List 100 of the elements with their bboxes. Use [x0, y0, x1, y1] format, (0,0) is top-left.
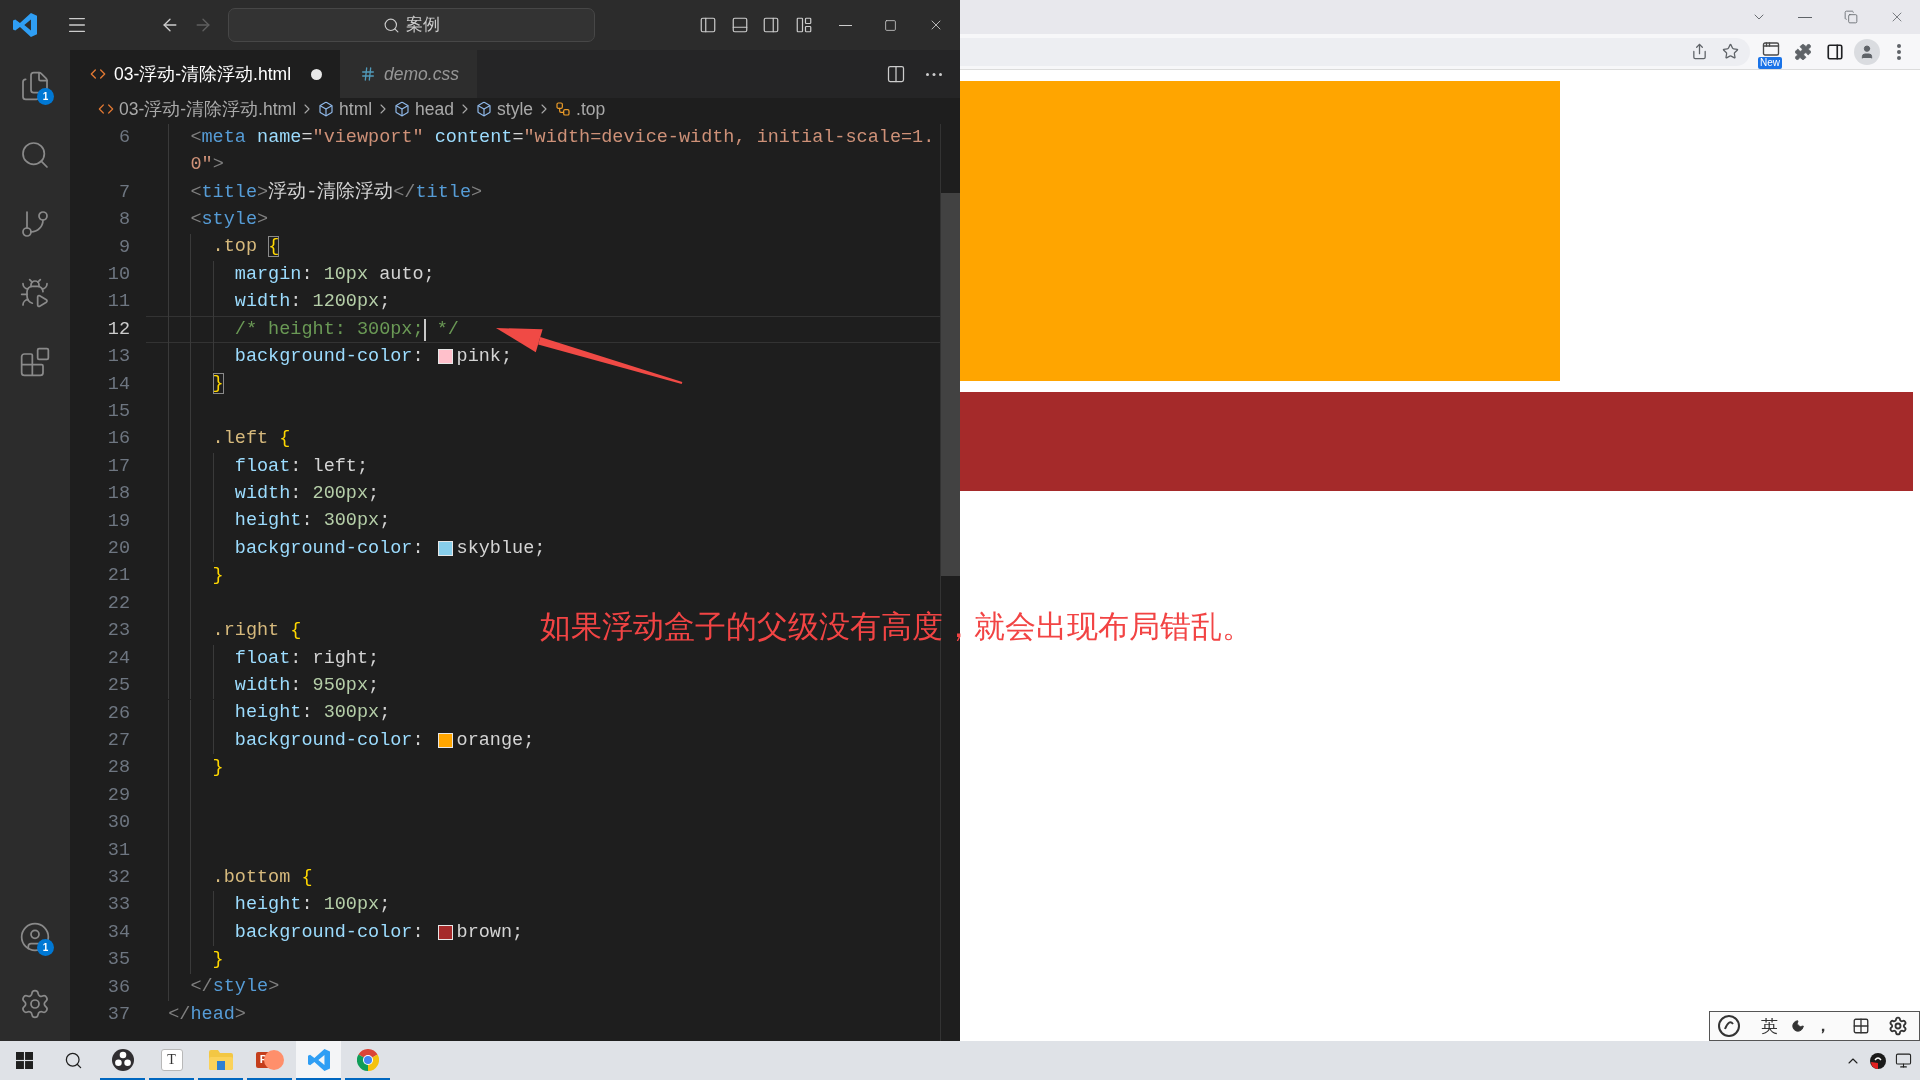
logo-icon[interactable] — [1718, 1015, 1740, 1037]
cube-icon — [318, 101, 335, 117]
code-text: skyblue; — [456, 536, 546, 561]
breadcrumb-item[interactable]: style — [476, 98, 534, 120]
taskbar-app-button[interactable]: T — [149, 1041, 194, 1080]
puzzle-icon — [1794, 42, 1812, 61]
linked-squares-icon — [555, 101, 572, 117]
code-text: } — [212, 948, 224, 972]
moon-icon[interactable] — [1791, 1019, 1805, 1033]
code-text: <meta name="viewport" content="width=device-width, initial-scale=1. — [190, 125, 935, 150]
line-number: 8 — [118, 208, 130, 233]
explorer-button[interactable]: 1 — [11, 62, 59, 110]
cube-icon — [394, 101, 411, 117]
code-text: orange; — [456, 728, 535, 753]
segmented-circle-icon — [356, 1048, 379, 1071]
share-icon — [1690, 43, 1708, 60]
line-number: 31 — [107, 838, 130, 863]
line-number: 13 — [107, 345, 130, 370]
code-text: /* height: 300px; — [234, 317, 424, 342]
panel-right-icon — [762, 16, 780, 34]
count-badge: 1 — [37, 939, 54, 956]
blocks-icon — [19, 346, 51, 378]
input-mode-label[interactable]: 英 — [1761, 1017, 1778, 1035]
settings-icon — [19, 988, 51, 1020]
breadcrumb-item[interactable]: .top — [555, 98, 606, 120]
layout-toggle-button[interactable] — [731, 16, 749, 34]
code-text: height: 100px; — [234, 893, 391, 918]
line-number: 11 — [107, 290, 130, 315]
code-text: } — [212, 372, 224, 397]
command-center[interactable]: 案例 — [228, 8, 595, 42]
line-number: 34 — [107, 920, 130, 945]
line-number: 29 — [107, 783, 130, 808]
code-text: float: left; — [234, 454, 369, 479]
line-number: 10 — [107, 263, 130, 287]
editor-tab[interactable]: demo.css — [340, 50, 477, 98]
network-icon[interactable] — [1895, 1052, 1912, 1069]
new-badge: New — [1758, 56, 1782, 69]
restore-icon — [1844, 10, 1858, 24]
code-text: width: 200px; — [234, 482, 380, 507]
code-text: </head> — [168, 1002, 246, 1027]
code-text: */ — [435, 317, 459, 342]
code-text: </style> — [190, 975, 280, 1000]
line-number: 14 — [107, 372, 130, 397]
profile-button[interactable] — [1853, 37, 1881, 66]
line-number: 27 — [107, 728, 130, 753]
extension-button[interactable]: New — [1757, 37, 1785, 66]
code-text: height: 300px; — [234, 701, 391, 726]
star-icon — [1721, 43, 1739, 60]
breadcrumb-item[interactable]: html — [318, 98, 373, 120]
window-icon — [1761, 39, 1781, 58]
accounts-button[interactable]: 1 — [11, 913, 59, 961]
breadcrumb-item[interactable]: head — [394, 98, 455, 120]
maximize-icon — [883, 18, 897, 32]
line-number: 26 — [107, 701, 130, 726]
count-badge: 1 — [37, 88, 54, 105]
code-text: pink; — [456, 345, 513, 370]
line-number: 15 — [107, 400, 130, 425]
code-text: 0"> — [190, 153, 224, 178]
scrollbar-thumb[interactable] — [941, 193, 960, 576]
code-text: float: right; — [234, 646, 380, 671]
code-text: width: 950px; — [234, 673, 380, 698]
folder-icon — [208, 1049, 233, 1070]
line-number: 12 — [107, 317, 130, 342]
line-number: 18 — [107, 482, 130, 507]
branch-icon — [19, 208, 51, 240]
code-text: brown; — [456, 920, 524, 945]
avatar-icon — [1854, 38, 1880, 65]
grid-icon[interactable] — [1852, 1017, 1870, 1035]
code-text: .bottom { — [212, 865, 313, 890]
text-cursor — [423, 318, 426, 341]
code-icon — [98, 101, 114, 117]
files-icon — [19, 70, 51, 102]
line-number: 28 — [107, 756, 130, 781]
tray-app-icon[interactable] — [1870, 1052, 1886, 1069]
line-number: 7 — [118, 180, 130, 205]
line-number: 36 — [107, 975, 130, 1000]
minimize-icon — [1798, 16, 1812, 18]
settings-icon[interactable] — [1888, 1016, 1908, 1036]
line-number: 21 — [107, 564, 130, 589]
search-icon — [19, 139, 51, 171]
app-logo-icon — [13, 13, 37, 37]
app-logo-icon — [307, 1048, 330, 1071]
editor-tab[interactable]: 03-浮动-清除浮动.html — [70, 50, 341, 98]
code-text: } — [212, 756, 224, 781]
code-text: background-color: — [234, 728, 424, 753]
line-number: 19 — [107, 509, 130, 534]
code-text: height: 300px; — [234, 509, 391, 534]
panel-left-icon — [699, 16, 717, 34]
user-icon — [19, 921, 51, 953]
annotation-caption: 如果浮动盒子的父级没有高度，就会出现布局错乱。 — [540, 611, 1253, 642]
layout-toggle-button[interactable] — [795, 16, 813, 34]
more-icon — [926, 72, 942, 76]
search-icon — [64, 1051, 83, 1070]
code-text: background-color: — [234, 536, 424, 561]
punctuation-mode-label[interactable]: ， — [1815, 1018, 1831, 1034]
code-text: .top { — [212, 235, 280, 260]
layout-toggle-button[interactable] — [699, 16, 717, 34]
layout-toggle-button[interactable] — [762, 16, 780, 34]
code-text: .left { — [212, 427, 291, 452]
breadcrumb-item[interactable]: 03-浮动-清除浮动.html — [98, 98, 297, 120]
